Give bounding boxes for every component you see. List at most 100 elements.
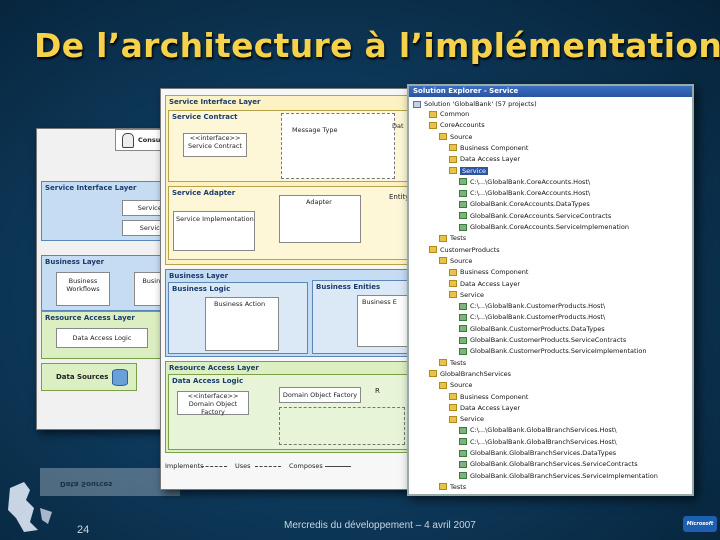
tree-item[interactable]: GlobalBank.CustomerProducts.ServiceImple…	[459, 347, 646, 355]
folder-icon	[449, 291, 457, 299]
service-contract-group: Service Contract <<interface>> Service C…	[168, 110, 408, 182]
tree-item-label: Service	[460, 415, 485, 424]
tree-item[interactable]: Common	[429, 110, 469, 118]
folder-icon	[449, 144, 457, 152]
tree-item[interactable]: Business Component	[449, 144, 528, 152]
tree-item[interactable]: Data Access Layer	[449, 280, 520, 288]
project-icon	[459, 426, 467, 434]
tree-item[interactable]: GlobalBank.GlobalBranchServices.ServiceC…	[459, 460, 638, 468]
slide-number: 24	[77, 524, 90, 536]
tree-item-label: CustomerProducts	[440, 245, 500, 254]
tree-item[interactable]: GlobalBank.GlobalBranchServices.DataType…	[459, 449, 616, 457]
tree-item-label: Business Component	[460, 143, 529, 152]
tree-item[interactable]: GlobalBank.GlobalBranchServices.ServiceI…	[459, 472, 658, 480]
tree-item[interactable]: CoreAccounts	[429, 121, 485, 129]
tree-item-label: GlobalBank.CustomerProducts.ServiceContr…	[470, 336, 627, 344]
data-access-logic-header: Data Access Logic	[172, 377, 244, 385]
left-bl-header: Business Layer	[45, 258, 105, 266]
tree-item-label: Data Access Layer	[460, 403, 521, 412]
folder-icon	[429, 110, 437, 118]
project-icon	[459, 336, 467, 344]
folder-icon	[439, 483, 447, 491]
microsoft-logo: Microsoft	[683, 516, 717, 532]
message-type-label: Message Type	[292, 126, 338, 134]
tree-item-label: C:\...\GlobalBank.CoreAccounts.Host\	[470, 177, 591, 186]
slide-title: De l’architecture à l’implémentation	[34, 26, 720, 65]
folder-icon	[449, 404, 457, 412]
dashed-region	[279, 407, 405, 445]
business-entities-group: Business Enities Business E	[312, 280, 410, 354]
tree-item[interactable]: GlobalBranchServices	[429, 370, 511, 378]
tree-item-label: Service	[460, 166, 489, 175]
folder-icon	[429, 246, 437, 254]
reflection-text: Data Sources	[60, 480, 113, 488]
business-entities-header: Business Enities	[316, 283, 381, 291]
folder-icon	[439, 234, 447, 242]
domain-object-factory-interface: <<interface>> Domain Object Factory	[177, 391, 249, 416]
tree-item[interactable]: GlobalBank.CoreAccounts.DataTypes	[459, 200, 590, 208]
tree-item-label: GlobalBank.GlobalBranchServices.ServiceC…	[470, 460, 638, 469]
tree-item[interactable]: C:\...\GlobalBank.CoreAccounts.Host\	[459, 178, 590, 186]
tree-item[interactable]: Tests	[439, 483, 466, 491]
tree-item[interactable]: Service	[449, 291, 484, 299]
tree-item[interactable]: GlobalBank.CustomerProducts.ServiceContr…	[459, 336, 626, 344]
tree-item[interactable]: C:\...\GlobalBank.GlobalBranchServices.H…	[459, 438, 617, 446]
mid-resource-access-layer: Resource Access Layer Data Access Logic …	[165, 361, 411, 453]
tree-item[interactable]: Business Component	[449, 393, 528, 401]
business-e-label: Business E	[362, 298, 397, 306]
mid-bl-header: Business Layer	[169, 272, 229, 280]
data-sources-label: Data Sources	[56, 373, 109, 381]
tree-item[interactable]: Tests	[439, 234, 466, 242]
tree-item[interactable]: C:\...\GlobalBank.GlobalBranchServices.H…	[459, 426, 617, 434]
tree-item[interactable]: C:\...\GlobalBank.CustomerProducts.Host\	[459, 313, 605, 321]
tree-item-label: Source	[450, 132, 473, 141]
tree-item[interactable]: C:\...\GlobalBank.CoreAccounts.Host\	[459, 189, 590, 197]
tree-item[interactable]: Source	[439, 381, 472, 389]
tree-item[interactable]: GlobalBank.CoreAccounts.ServiceImplemena…	[459, 223, 629, 231]
adapter-box: Adapter	[279, 195, 361, 243]
left-ral-header: Resource Access Layer	[45, 314, 135, 322]
folder-icon	[449, 268, 457, 276]
tree-item[interactable]: C:\...\GlobalBank.CustomerProducts.Host\	[459, 302, 605, 310]
middle-architecture-diagram: Service Interface Layer Service Contract…	[160, 88, 412, 490]
solution-root[interactable]: Solution 'GlobalBank' (57 projects)	[413, 100, 537, 108]
tree-item-label: Business Component	[460, 268, 529, 277]
tree-item[interactable]: Service	[449, 415, 484, 423]
tree-item[interactable]: Data Access Layer	[449, 155, 520, 163]
business-action-label: Business Action	[214, 300, 266, 308]
service-implementation-box: Service Implementation	[173, 211, 255, 251]
tree-item[interactable]: GlobalBank.CoreAccounts.ServiceContracts	[459, 212, 611, 220]
tree-item[interactable]: Data Access Layer	[449, 404, 520, 412]
service-adapter-group: Service Adapter Service Implementation A…	[168, 186, 408, 260]
tree-item-label: Tests	[450, 358, 467, 367]
tree-item-label: CoreAccounts	[440, 121, 485, 130]
tree-item[interactable]: Business Component	[449, 268, 528, 276]
legend-uses: Uses	[235, 462, 251, 470]
tree-item[interactable]: GlobalBank.CustomerProducts.DataTypes	[459, 325, 605, 333]
mid-ral-header: Resource Access Layer	[169, 364, 259, 372]
project-icon	[459, 178, 467, 186]
user-icon	[122, 133, 134, 148]
tree-item-label: Data Access Layer	[460, 155, 521, 164]
tree-item-label: Service	[460, 290, 485, 299]
tree-item-label: GlobalBank.CustomerProducts.DataTypes	[470, 324, 605, 333]
tree-item-label: Common	[440, 110, 470, 118]
folder-icon	[439, 359, 447, 367]
project-icon	[459, 438, 467, 446]
tree-item-label: GlobalBank.CoreAccounts.DataTypes	[470, 200, 590, 209]
stereotype-label-2: <<interface>>	[187, 392, 239, 400]
tree-item[interactable]: Source	[439, 133, 472, 141]
message-type-box: Message Type Dat	[281, 113, 404, 179]
tree-item[interactable]: Source	[439, 257, 472, 265]
entity-label: Entity	[389, 193, 408, 201]
adapter-label: Adapter	[306, 198, 332, 206]
folder-icon	[449, 155, 457, 163]
tree-item[interactable]: CustomerProducts	[429, 246, 500, 254]
tree-item[interactable]: Service	[449, 166, 489, 175]
project-icon	[459, 325, 467, 333]
service-contract-header: Service Contract	[172, 113, 238, 121]
left-data-sources: Data Sources	[41, 363, 137, 391]
tree-item[interactable]: Tests	[439, 359, 466, 367]
domain-object-factory-box: Domain Object Factory	[279, 387, 361, 403]
project-icon	[459, 347, 467, 355]
